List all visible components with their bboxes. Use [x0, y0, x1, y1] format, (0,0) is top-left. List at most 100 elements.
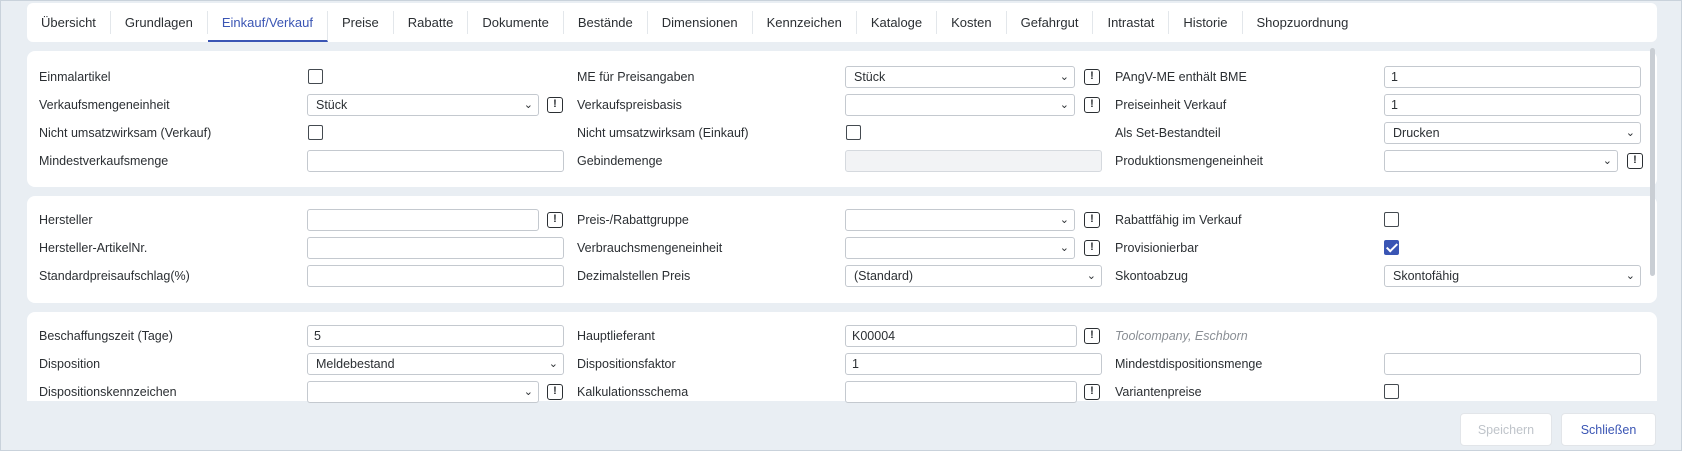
info-icon[interactable]: !	[1084, 328, 1100, 344]
info-icon[interactable]: !	[1627, 153, 1643, 169]
tab-einkauf-verkauf[interactable]: Einkauf/Verkauf	[207, 11, 328, 42]
select-verkaufsmengeneinheit-value: Stück	[316, 98, 348, 112]
chevron-down-icon: ⌄	[1059, 242, 1069, 254]
select-dezimalstellen-preis-value: (Standard)	[854, 269, 914, 283]
input-preiseinheit-verkauf[interactable]: 1	[1384, 94, 1641, 116]
select-skontoabzug[interactable]: Skontofähig ⌄	[1384, 265, 1641, 287]
chevron-down-icon: ⌄	[1059, 214, 1069, 226]
label-produktionsmengeneinheit: Produktionsmengeneinheit	[1115, 154, 1264, 168]
input-hauptlieferant[interactable]: K00004	[845, 325, 1077, 347]
label-nicht-umsatzwirksam-verkauf: Nicht umsatzwirksam (Verkauf)	[39, 126, 212, 140]
info-icon[interactable]: !	[1084, 240, 1100, 256]
label-dezimalstellen-preis: Dezimalstellen Preis	[577, 269, 691, 283]
vertical-scrollbar[interactable]	[1650, 48, 1655, 276]
input-gebindemenge	[845, 150, 1102, 172]
input-hersteller[interactable]	[307, 209, 539, 231]
checkbox-nicht-umsatzwirksam-verkauf[interactable]	[308, 125, 323, 140]
checkbox-einmalartikel[interactable]	[308, 69, 323, 84]
label-provisionierbar: Provisionierbar	[1115, 241, 1199, 255]
select-dispositionskennzeichen[interactable]: ⌄	[307, 381, 539, 403]
select-verkaufspreisbasis[interactable]: ⌄	[845, 94, 1075, 116]
info-icon[interactable]: !	[547, 384, 563, 400]
label-kalkulationsschema: Kalkulationsschema	[577, 385, 689, 399]
input-dispositionsfaktor[interactable]: 1	[845, 353, 1102, 375]
tab-preise[interactable]: Preise	[328, 11, 394, 34]
tab-shopzuordnung[interactable]: Shopzuordnung	[1243, 11, 1363, 34]
chevron-down-icon: ⌄	[1059, 71, 1069, 83]
label-skontoabzug: Skontoabzug	[1115, 269, 1188, 283]
select-dezimalstellen-preis[interactable]: (Standard) ⌄	[845, 265, 1102, 287]
tab-grundlagen[interactable]: Grundlagen	[111, 11, 208, 34]
chevron-down-icon: ⌄	[1059, 99, 1069, 111]
label-nicht-umsatzwirksam-einkauf: Nicht umsatzwirksam (Einkauf)	[577, 126, 749, 140]
chevron-down-icon: ⌄	[548, 358, 558, 370]
input-hersteller-artikelnr[interactable]	[307, 237, 564, 259]
label-preiseinheit-verkauf: Preiseinheit Verkauf	[1115, 98, 1227, 112]
tab-dokumente[interactable]: Dokumente	[468, 11, 564, 34]
input-mindestdispositionsmenge[interactable]	[1384, 353, 1641, 375]
label-dispositionskennzeichen: Dispositionskennzeichen	[39, 385, 177, 399]
select-verkaufsmengeneinheit[interactable]: Stück ⌄	[307, 94, 539, 116]
select-me-preisangaben[interactable]: Stück ⌄	[845, 66, 1075, 88]
label-me-preisangaben: ME für Preisangaben	[577, 70, 695, 84]
close-button[interactable]: Schließen	[1561, 413, 1656, 446]
tab-dimensionen[interactable]: Dimensionen	[648, 11, 753, 34]
label-rabattfaehig: Rabattfähig im Verkauf	[1115, 213, 1242, 227]
select-set-bestandteil[interactable]: Drucken ⌄	[1384, 122, 1641, 144]
tab-kennzeichen[interactable]: Kennzeichen	[753, 11, 857, 34]
tab-bar: Übersicht Grundlagen Einkauf/Verkauf Pre…	[27, 3, 1657, 42]
section-hersteller: Hersteller ! Preis-/Rabattgruppe ⌄ ! Rab…	[27, 196, 1657, 303]
select-preis-rabattgruppe[interactable]: ⌄	[845, 209, 1075, 231]
select-skontoabzug-value: Skontofähig	[1393, 269, 1460, 283]
input-mindestverkaufsmenge[interactable]	[307, 150, 564, 172]
label-hersteller-artikelnr: Hersteller-ArtikelNr.	[39, 241, 148, 255]
label-disposition: Disposition	[39, 357, 101, 371]
tab-kataloge[interactable]: Kataloge	[857, 11, 938, 34]
select-disposition[interactable]: Meldebestand ⌄	[307, 353, 564, 375]
tab-intrastat[interactable]: Intrastat	[1093, 11, 1170, 34]
chevron-down-icon: ⌄	[1625, 270, 1635, 282]
chevron-down-icon: ⌄	[1625, 127, 1635, 139]
label-variantenpreise: Variantenpreise	[1115, 385, 1202, 399]
section-beschaffung: Beschaffungszeit (Tage) 5 Hauptlieferant…	[27, 312, 1657, 403]
tab-historie[interactable]: Historie	[1169, 11, 1243, 34]
chevron-down-icon: ⌄	[523, 99, 533, 111]
chevron-down-icon: ⌄	[523, 386, 533, 398]
select-verbrauchsmengeneinheit[interactable]: ⌄	[845, 237, 1075, 259]
label-preis-rabattgruppe: Preis-/Rabattgruppe	[577, 213, 689, 227]
info-icon[interactable]: !	[1084, 69, 1100, 85]
label-mindestdispositionsmenge: Mindestdispositionsmenge	[1115, 357, 1263, 371]
label-pangv: PAngV-ME enthält BME	[1115, 70, 1247, 84]
tab-rabatte[interactable]: Rabatte	[394, 11, 469, 34]
info-icon[interactable]: !	[1084, 212, 1100, 228]
select-produktionsmengeneinheit[interactable]: ⌄	[1384, 150, 1618, 172]
label-dispositionsfaktor: Dispositionsfaktor	[577, 357, 676, 371]
checkbox-variantenpreise[interactable]	[1384, 384, 1399, 399]
label-set-bestandteil: Als Set-Bestandteil	[1115, 126, 1221, 140]
tab-kosten[interactable]: Kosten	[937, 11, 1007, 34]
tab-uebersicht[interactable]: Übersicht	[27, 11, 111, 34]
label-hauptlieferant: Hauptlieferant	[577, 329, 655, 343]
info-icon[interactable]: !	[547, 97, 563, 113]
label-gebindemenge: Gebindemenge	[577, 154, 663, 168]
select-me-preisangaben-value: Stück	[854, 70, 886, 84]
info-icon[interactable]: !	[547, 212, 563, 228]
label-hersteller: Hersteller	[39, 213, 93, 227]
tab-gefahrgut[interactable]: Gefahrgut	[1007, 11, 1094, 34]
checkbox-nicht-umsatzwirksam-einkauf[interactable]	[846, 125, 861, 140]
label-standardpreisaufschlag: Standardpreisaufschlag(%)	[39, 269, 190, 283]
input-standardpreisaufschlag[interactable]	[307, 265, 564, 287]
checkbox-provisionierbar[interactable]	[1384, 240, 1399, 255]
input-kalkulationsschema[interactable]	[845, 381, 1077, 403]
checkbox-rabattfaehig[interactable]	[1384, 212, 1399, 227]
select-set-bestandteil-value: Drucken	[1393, 126, 1440, 140]
info-icon[interactable]: !	[1084, 97, 1100, 113]
input-pangv[interactable]: 1	[1384, 66, 1641, 88]
section-verkauf-einheiten: Einmalartikel ME für Preisangaben Stück …	[27, 51, 1657, 187]
save-button[interactable]: Speichern	[1460, 413, 1552, 446]
input-beschaffungszeit[interactable]: 5	[307, 325, 564, 347]
tab-bestaende[interactable]: Bestände	[564, 11, 648, 34]
info-icon[interactable]: !	[1084, 384, 1100, 400]
chevron-down-icon: ⌄	[1086, 270, 1096, 282]
label-verbrauchsmengeneinheit: Verbrauchsmengeneinheit	[577, 241, 723, 255]
